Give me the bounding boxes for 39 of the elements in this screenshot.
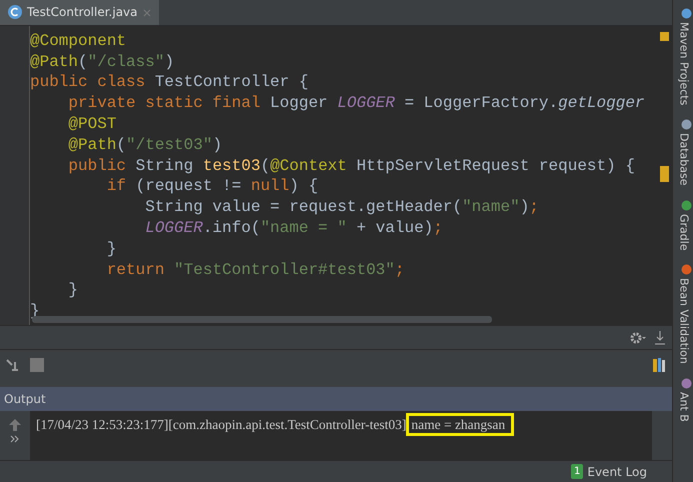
up-arrow-icon[interactable] xyxy=(9,418,21,431)
code-line: public String test03(@Context HttpServletRequest request) { xyxy=(67,156,636,176)
code-line: String value = request.getHeader("name"); xyxy=(144,197,540,218)
tool-window-button[interactable]: Maven Projects xyxy=(674,8,692,106)
warning-marker[interactable] xyxy=(660,32,669,41)
code-line: if (request != null) { xyxy=(106,176,320,198)
code-line: LOGGER.info("name = " + value); xyxy=(144,218,444,239)
code-line: private static final Logger LOGGER = LoggerFactory.getLogger xyxy=(67,93,646,114)
panel-title: Output xyxy=(4,390,46,408)
code-line: @Component xyxy=(30,30,128,52)
code-line: @Path("/test03") xyxy=(67,134,224,156)
code-line: } xyxy=(67,280,80,302)
arrows-icon[interactable] xyxy=(6,358,20,372)
settings-icon[interactable] xyxy=(630,330,646,345)
tool-icon xyxy=(680,378,692,390)
editor-tab[interactable]: TestController.java xyxy=(0,0,159,25)
warning-marker[interactable] xyxy=(660,166,669,182)
class-icon xyxy=(8,5,22,20)
tool-icon xyxy=(680,200,692,211)
code-line: @POST xyxy=(67,114,118,135)
code-line: @Path("/class") xyxy=(30,52,176,72)
tool-icon xyxy=(680,264,692,276)
event-log-link[interactable]: Event Log xyxy=(587,462,647,481)
code-line: public class TestController { xyxy=(30,72,310,94)
log-line: [17/04/23 12:53:23:177][com.zhaopin.api.test.TestController-test03] name = zhangsan xyxy=(36,412,514,436)
code-line: } xyxy=(106,238,118,260)
tool-icon xyxy=(680,119,692,130)
code-editor[interactable] xyxy=(0,26,672,326)
tool-window-button[interactable]: Database xyxy=(674,119,692,186)
stop-icon[interactable] xyxy=(30,358,44,372)
books-icon[interactable] xyxy=(652,357,666,374)
double-chevron-icon[interactable] xyxy=(10,434,20,443)
tool-window-button[interactable]: Bean Validation xyxy=(674,264,692,364)
code-line: return "TestController#test03"; xyxy=(106,260,406,280)
tool-window-button[interactable]: Ant B xyxy=(674,378,692,422)
tool-window-button[interactable]: Gradle xyxy=(674,200,692,250)
notification-badge: 1 xyxy=(571,464,584,480)
tool-icon xyxy=(680,8,692,19)
download-icon[interactable] xyxy=(654,330,666,345)
